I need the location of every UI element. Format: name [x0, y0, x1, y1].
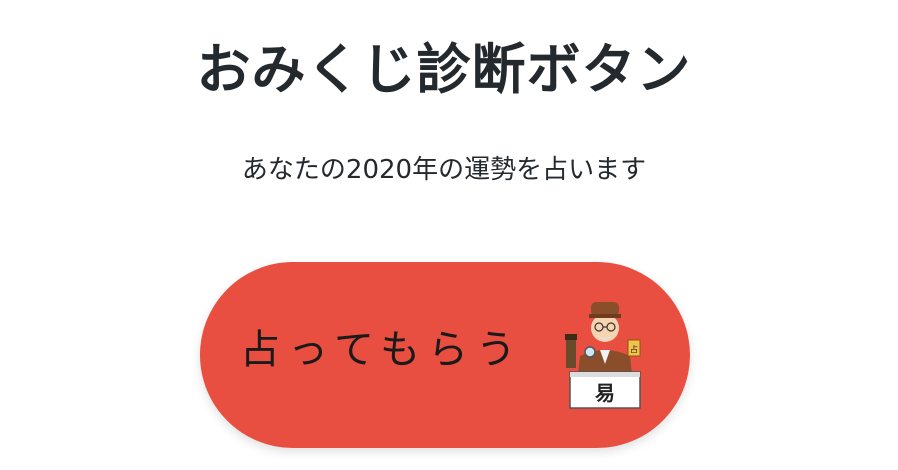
page-title: おみくじ診断ボタン: [196, 38, 692, 101]
fortune-button-label: 占ってもらう: [240, 327, 524, 373]
fortune-teller-icon: 占 易: [562, 294, 648, 412]
page-subtitle: あなたの2020年の運勢を占います: [241, 155, 647, 185]
small-sign-text: 占: [630, 344, 638, 354]
fortune-button[interactable]: 占ってもらう 占 易: [200, 262, 690, 448]
table-sign-text: 易: [595, 381, 615, 405]
